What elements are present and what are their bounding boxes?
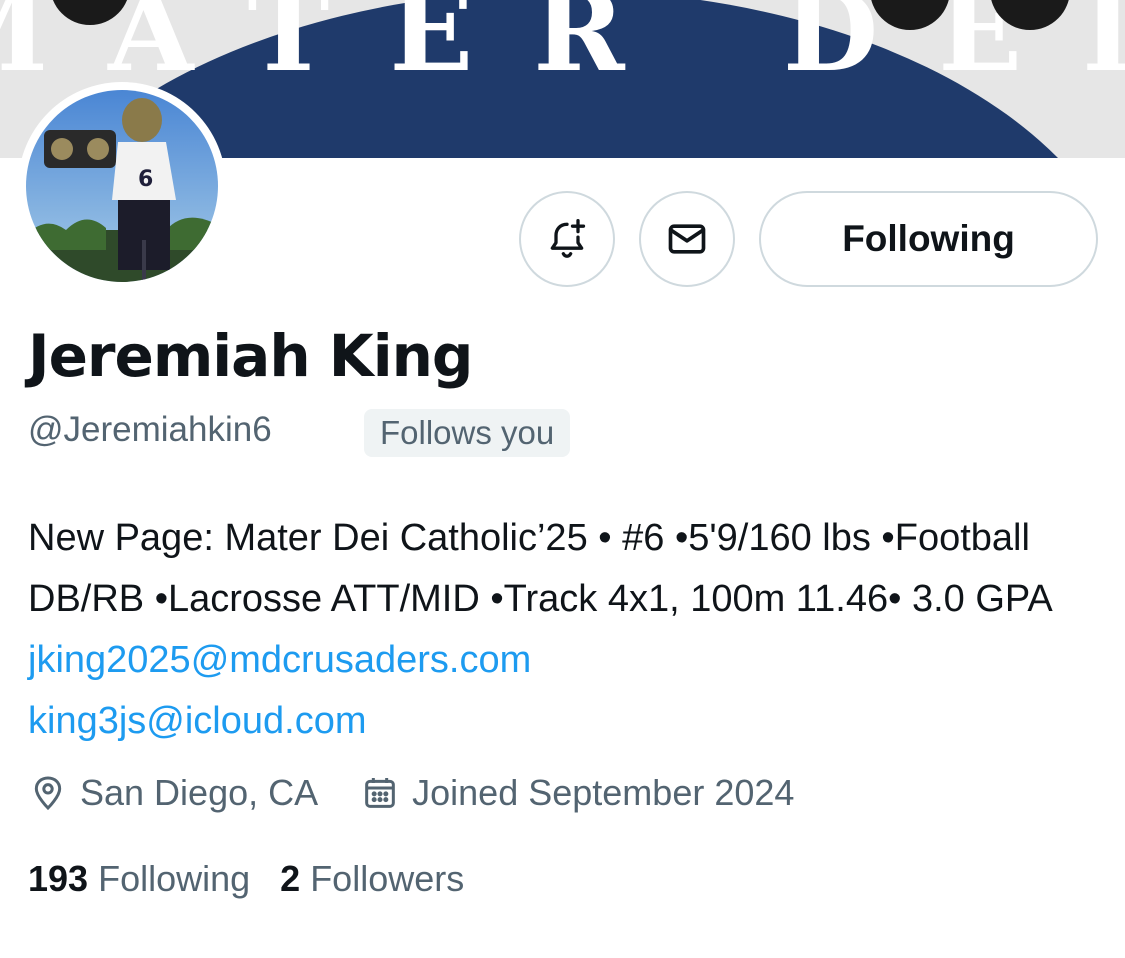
following-stat[interactable]: 193 Following: [28, 858, 250, 900]
followers-label: Followers: [310, 858, 465, 899]
following-label: Following: [98, 858, 251, 899]
followers-count: 2: [280, 858, 301, 899]
mail-icon: [668, 224, 706, 254]
svg-text:6: 6: [138, 167, 153, 192]
joined-item: Joined September 2024: [360, 772, 794, 814]
message-button[interactable]: [639, 191, 735, 287]
avatar-frame[interactable]: 6: [18, 82, 226, 290]
location-pin-icon: [34, 776, 62, 811]
user-handle: @Jeremiahkin6: [28, 410, 272, 449]
follow-stats: 193 Following 2 Followers: [28, 858, 494, 900]
avatar[interactable]: 6: [26, 90, 218, 282]
location-text: San Diego, CA: [80, 772, 319, 813]
bio-text: New Page: Mater Dei Catholic’25 • #6 •5'…: [28, 517, 1051, 620]
follows-you-badge: Follows you: [364, 409, 571, 457]
profile-bio: New Page: Mater Dei Catholic’25 • #6 •5'…: [28, 508, 1108, 752]
bio-email-link-2[interactable]: king3js@icloud.com: [28, 700, 367, 742]
joined-text: Joined September 2024: [412, 772, 795, 813]
notify-button[interactable]: [519, 191, 615, 287]
following-count: 193: [28, 858, 89, 899]
following-button[interactable]: Following: [759, 191, 1098, 287]
display-name: Jeremiah King: [28, 322, 473, 390]
calendar-icon: [365, 778, 395, 808]
bell-plus-icon: [550, 219, 586, 258]
location-item: San Diego, CA: [28, 772, 318, 814]
followers-stat[interactable]: 2 Followers: [280, 858, 464, 900]
banner-text: MATER DEI: [0, 0, 1125, 96]
bio-email-link-1[interactable]: jking2025@mdcrusaders.com: [28, 639, 531, 681]
profile-meta: San Diego, CA Joined September 2024: [28, 772, 836, 814]
